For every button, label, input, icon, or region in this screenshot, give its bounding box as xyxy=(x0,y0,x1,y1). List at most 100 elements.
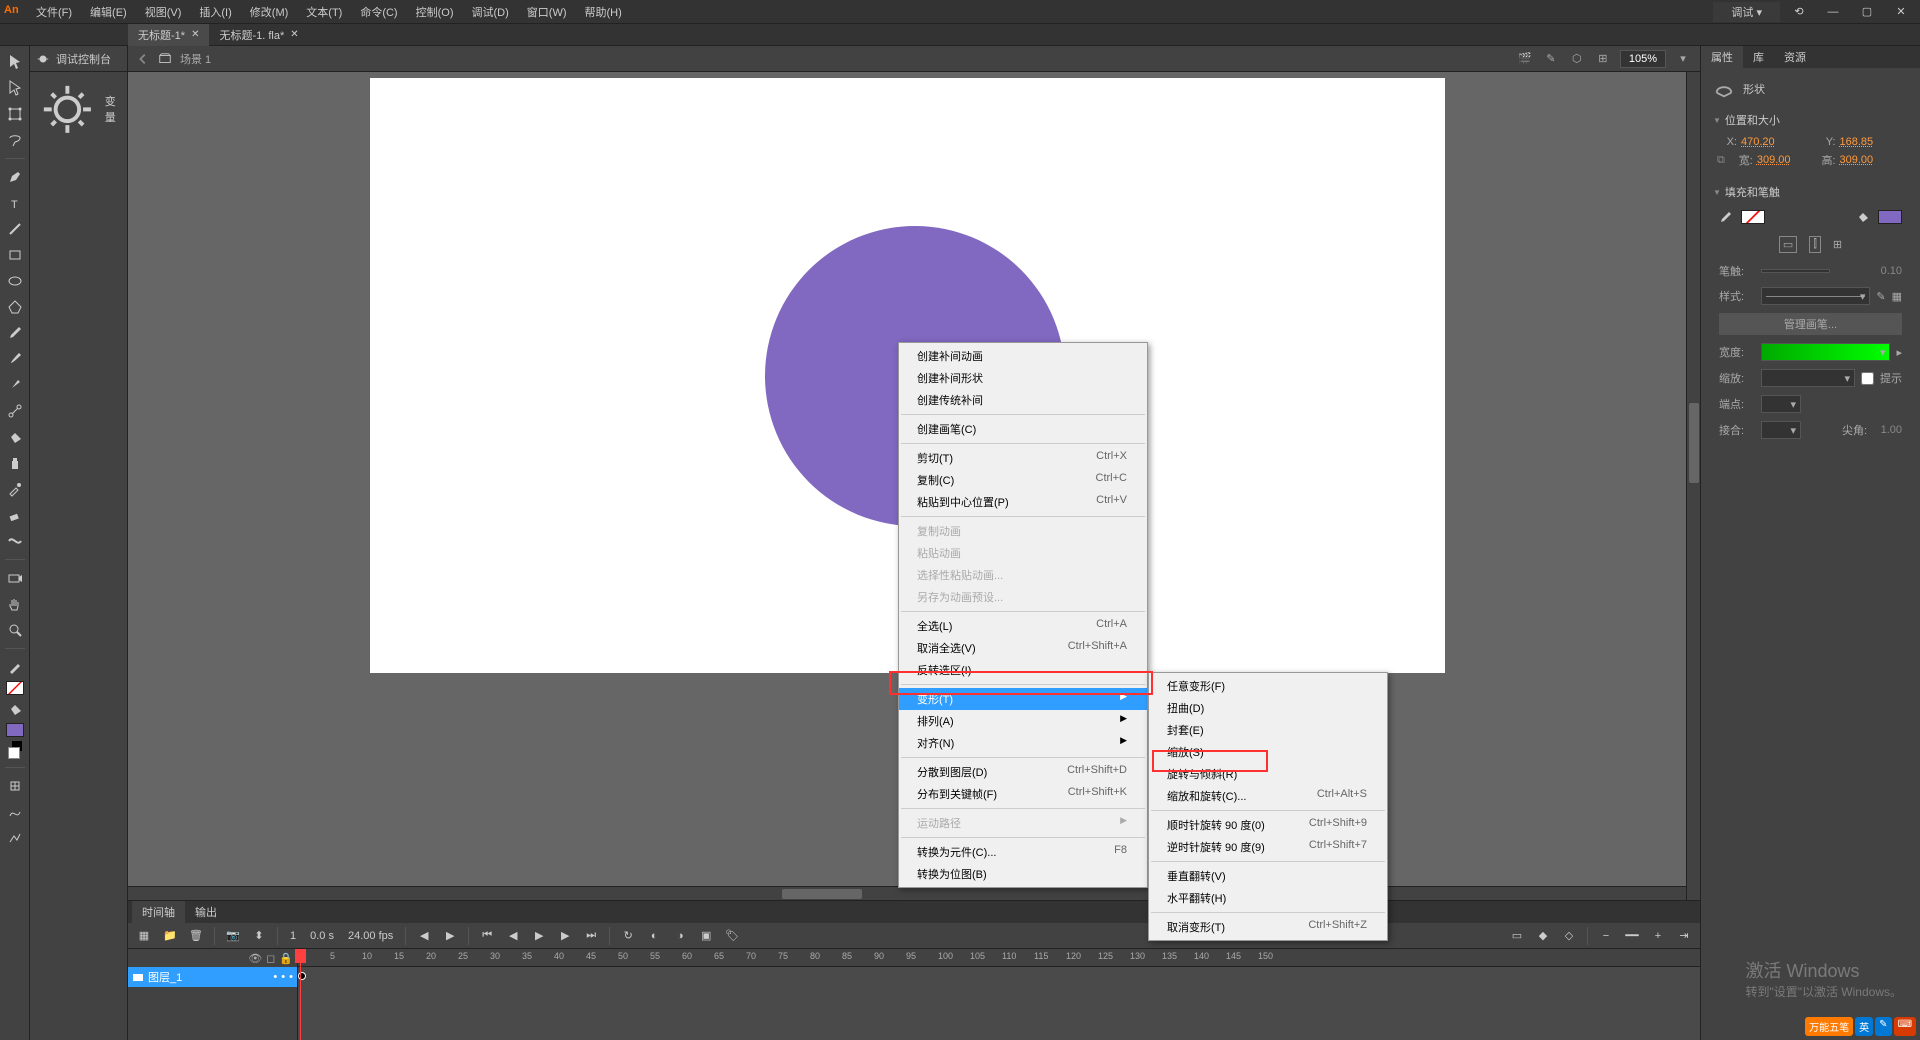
debug-vars-header[interactable]: 变量 xyxy=(30,72,127,147)
clip-icon[interactable]: 🎬 xyxy=(1516,50,1534,68)
polystar-tool[interactable] xyxy=(3,295,27,319)
sm-scale[interactable]: 缩放(S) xyxy=(1149,741,1387,763)
edit-multiple-icon[interactable]: ▣ xyxy=(696,926,716,946)
smooth-toggle[interactable] xyxy=(3,800,27,824)
sm-scale-rotate[interactable]: 缩放和旋转(C)...Ctrl+Alt+S xyxy=(1149,785,1387,807)
zoom-tool[interactable] xyxy=(3,618,27,642)
subselection-tool[interactable] xyxy=(3,76,27,100)
hand-tool[interactable] xyxy=(3,592,27,616)
current-frame[interactable]: 1 xyxy=(286,930,300,942)
menu-insert[interactable]: 插入(I) xyxy=(191,1,239,23)
layer-name[interactable]: 图层_1 xyxy=(148,969,182,985)
insert-frame-icon[interactable]: ▭ xyxy=(1507,926,1527,946)
menu-text[interactable]: 文本(T) xyxy=(298,1,350,23)
ink-bottle-tool[interactable] xyxy=(3,451,27,475)
stroke-color-swatch[interactable] xyxy=(6,681,24,695)
sm-rotate-ccw[interactable]: 逆时针旋转 90 度(9)Ctrl+Shift+7 xyxy=(1149,836,1387,858)
stroke-weight[interactable]: 0.10 xyxy=(1836,265,1903,277)
cm-distribute-layers[interactable]: 分散到图层(D)Ctrl+Shift+D xyxy=(899,761,1147,783)
fill-swatch[interactable] xyxy=(1878,210,1902,224)
manage-brushes-button[interactable]: 管理画笔... xyxy=(1719,313,1902,335)
ime-mode-badge[interactable]: ✎ xyxy=(1875,1017,1891,1036)
zoom-slider-icon[interactable]: ━━ xyxy=(1622,926,1642,946)
swap-colors[interactable] xyxy=(6,741,24,759)
cm-select-all[interactable]: 全选(L)Ctrl+A xyxy=(899,615,1147,637)
lasso-tool[interactable] xyxy=(3,128,27,152)
tab-assets[interactable]: 资源 xyxy=(1774,46,1816,68)
brush-tool[interactable] xyxy=(3,347,27,371)
camera-layer-icon[interactable]: 📷 xyxy=(223,926,243,946)
marker-icon[interactable]: 🏷 xyxy=(722,926,742,946)
insert-keyframe-icon[interactable]: ◆ xyxy=(1533,926,1553,946)
play-icon[interactable]: ▶ xyxy=(529,926,549,946)
onion-skin-icon[interactable]: ◐ xyxy=(644,926,664,946)
new-layer-icon[interactable]: ▦ xyxy=(134,926,154,946)
outline-header-icon[interactable]: ◻ xyxy=(266,952,275,965)
width-profile-dropdown[interactable] xyxy=(1761,343,1890,361)
section-position-size[interactable]: 位置和大小 xyxy=(1709,108,1912,132)
object-drawing-icon[interactable]: ▭ xyxy=(1779,236,1797,253)
playhead[interactable] xyxy=(300,949,301,1040)
delete-layer-icon[interactable]: 🗑 xyxy=(186,926,206,946)
eraser-tool[interactable] xyxy=(3,503,27,527)
join-dropdown[interactable] xyxy=(1761,421,1801,439)
cm-convert-symbol[interactable]: 转换为元件(C)...F8 xyxy=(899,841,1147,863)
cm-create-shape-tween[interactable]: 创建补间形状 xyxy=(899,367,1147,389)
brush-lib-icon[interactable]: ▦ xyxy=(1892,290,1902,303)
paint-bucket-tool[interactable] xyxy=(3,425,27,449)
cm-distribute-keyframes[interactable]: 分布到关键帧(F)Ctrl+Shift+K xyxy=(899,783,1147,805)
hinting-checkbox[interactable] xyxy=(1861,372,1874,385)
scene-name[interactable]: 场景 1 xyxy=(180,51,211,67)
ime-lang-badge[interactable]: 英 xyxy=(1855,1017,1873,1036)
stroke-style-dropdown[interactable] xyxy=(1761,287,1870,305)
prop-y[interactable]: 168.85 xyxy=(1840,136,1905,148)
cm-convert-bitmap[interactable]: 转换为位图(B) xyxy=(899,863,1147,885)
layer-depth-icon[interactable]: ⬍ xyxy=(249,926,269,946)
timeline-ruler[interactable]: 1510152025303540455055606570758085909510… xyxy=(298,949,1700,967)
link-wh-icon[interactable]: ⧉ xyxy=(1717,154,1725,167)
bone-tool[interactable] xyxy=(3,399,27,423)
sm-envelope[interactable]: 封套(E) xyxy=(1149,719,1387,741)
debug-console-header[interactable]: 调试控制台 xyxy=(30,46,127,72)
first-frame-icon[interactable]: ⏮ xyxy=(477,926,497,946)
back-icon[interactable] xyxy=(136,52,150,66)
prop-height[interactable]: 309.00 xyxy=(1840,154,1905,166)
swap-fill-stroke-icon[interactable]: ⊞ xyxy=(1833,238,1842,251)
maximize-button[interactable]: ▢ xyxy=(1852,2,1882,22)
prop-x[interactable]: 470.20 xyxy=(1741,136,1806,148)
pencil-tool[interactable] xyxy=(3,321,27,345)
text-tool[interactable]: T xyxy=(3,191,27,215)
visibility-header-icon[interactable]: 👁 xyxy=(248,952,262,965)
paint-brush-tool[interactable] xyxy=(3,373,27,397)
document-tab-1[interactable]: 无标题-1*✕ xyxy=(128,24,209,46)
cm-arrange[interactable]: 排列(A) xyxy=(899,710,1147,732)
edit-scene-icon[interactable]: ✎ xyxy=(1542,50,1560,68)
frames-panel[interactable]: 1510152025303540455055606570758085909510… xyxy=(298,949,1700,1040)
cap-dropdown[interactable] xyxy=(1761,395,1801,413)
sm-flip-vertical[interactable]: 垂直翻转(V) xyxy=(1149,865,1387,887)
sm-flip-horizontal[interactable]: 水平翻转(H) xyxy=(1149,887,1387,909)
workspace-switcher[interactable]: 调试 ▾ xyxy=(1713,2,1780,22)
scroll-to-playhead-icon[interactable]: ⇥ xyxy=(1674,926,1694,946)
pen-tool[interactable] xyxy=(3,165,27,189)
symbol-icon[interactable]: ⬡ xyxy=(1568,50,1586,68)
cm-copy[interactable]: 复制(C)Ctrl+C xyxy=(899,469,1147,491)
tab-library[interactable]: 库 xyxy=(1743,46,1774,68)
new-folder-icon[interactable]: 📁 xyxy=(160,926,180,946)
menu-file[interactable]: 文件(F) xyxy=(28,1,80,23)
ime-indicator[interactable]: 万能五笔 英 ✎ ⌨ xyxy=(1805,1017,1916,1036)
snap-to-object-toggle[interactable] xyxy=(3,774,27,798)
align-stroke-icon[interactable]: ⫿ xyxy=(1809,236,1821,253)
onion-outline-icon[interactable]: ◑ xyxy=(670,926,690,946)
close-icon[interactable]: ✕ xyxy=(290,29,298,40)
fit-icon[interactable]: ⊞ xyxy=(1594,50,1612,68)
lock-header-icon[interactable]: 🔒 xyxy=(279,952,293,965)
section-fill-stroke[interactable]: 填充和笔触 xyxy=(1709,180,1912,204)
menu-view[interactable]: 视图(V) xyxy=(137,1,190,23)
cm-align[interactable]: 对齐(N) xyxy=(899,732,1147,754)
prop-width[interactable]: 309.00 xyxy=(1757,154,1806,166)
oval-tool[interactable] xyxy=(3,269,27,293)
loop-icon[interactable]: ↻ xyxy=(618,926,638,946)
cm-deselect-all[interactable]: 取消全选(V)Ctrl+Shift+A xyxy=(899,637,1147,659)
cm-transform[interactable]: 变形(T) xyxy=(899,688,1147,710)
